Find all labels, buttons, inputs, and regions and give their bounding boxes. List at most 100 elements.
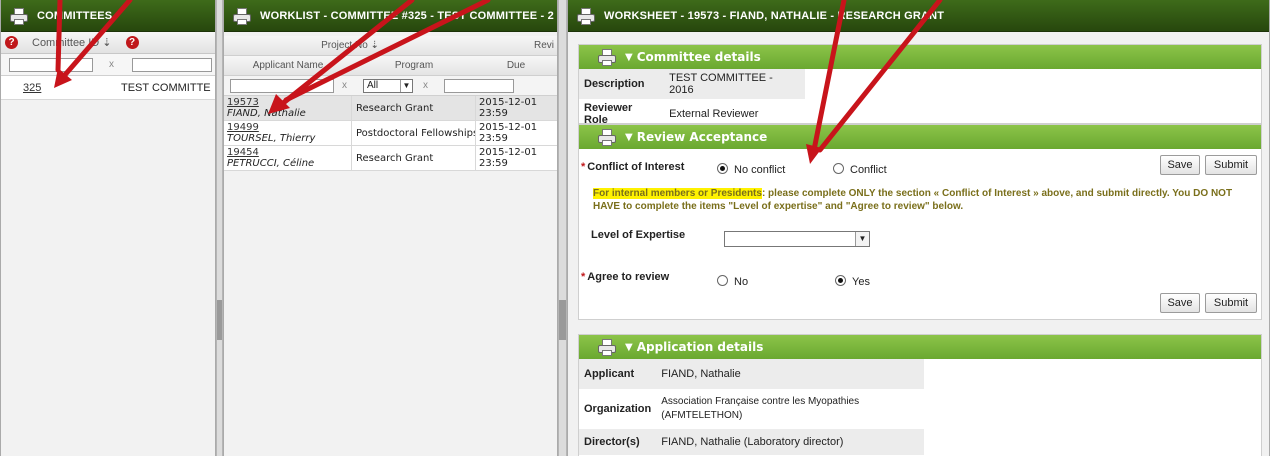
printer-icon[interactable] [576, 7, 596, 25]
worklist-row[interactable]: 19454 PETRUCCI, Céline Research Grant 201… [224, 146, 557, 171]
application-details-section: ▼ Application details Applicant FIAND, Na… [578, 334, 1262, 456]
committee-details-header[interactable]: ▼ Committee details [579, 45, 1261, 69]
due-date: 2015-12-01 [479, 122, 538, 133]
radio-selected-icon[interactable] [717, 163, 728, 174]
committee-details-table: Description TEST COMMITTEE - 2016 Reviewe… [579, 69, 805, 129]
conflict-label: Conflict [850, 164, 887, 176]
project-link[interactable]: 19573 [227, 97, 259, 108]
help-icon[interactable]: ? [5, 36, 18, 49]
application-details-table: Applicant FIAND, Nathalie Organization Ass… [579, 359, 924, 455]
clear-filter-icon[interactable]: x [109, 59, 114, 70]
chevron-down-icon[interactable]: ▼ [400, 79, 412, 92]
radio-unselected-icon[interactable] [717, 275, 728, 286]
project-link[interactable]: 19499 [227, 122, 259, 133]
worksheet-body: ▼ Committee details Description TEST COMM… [568, 32, 1269, 456]
agree-yes-radio[interactable]: Yes [835, 275, 870, 288]
committees-panel: COMMITTEES ? Committee ID ⇣ ? x 325 TEST… [0, 0, 216, 456]
collapse-triangle-icon[interactable]: ▼ [625, 132, 633, 143]
application-details-header[interactable]: ▼ Application details [579, 335, 1261, 359]
column-due[interactable]: Due [476, 60, 556, 71]
due-date: 2015-12-01 [479, 97, 538, 108]
column-review[interactable]: Revi [476, 40, 556, 51]
program-name: Postdoctoral Fellowships [352, 121, 476, 145]
due-time: 23:59 [479, 108, 508, 119]
required-star: * [581, 161, 586, 173]
organization-label: Organization [584, 403, 652, 415]
applicant-value: FIAND, Nathalie [661, 368, 741, 380]
conflict-of-interest-label: * Conflict of Interest [581, 161, 685, 173]
committee-id-link[interactable]: 325 [1, 82, 121, 94]
agree-yes-label: Yes [852, 276, 870, 288]
save-button-top[interactable]: Save [1160, 155, 1200, 175]
organization-line-2: (AFMTELETHON) [661, 410, 743, 421]
worklist-filter-row: x All ▼ x [224, 76, 557, 96]
worklist-row[interactable]: 19573 FIAND, Nathalie Research Grant 2015… [224, 96, 557, 121]
due-date: 2015-12-01 [479, 147, 538, 158]
committee-details-section: ▼ Committee details Description TEST COMM… [578, 44, 1262, 126]
committees-column-header: ? Committee ID ⇣ ? [1, 32, 215, 54]
applicant-name: PETRUCCI, Céline [227, 158, 315, 169]
radio-unselected-icon[interactable] [833, 163, 844, 174]
printer-icon[interactable] [9, 7, 29, 25]
column-program[interactable]: Program [352, 60, 476, 71]
worksheet-panel: WORKSHEET - 19573 - FIAND, NATHALIE - RE… [567, 0, 1270, 456]
project-link[interactable]: 19454 [227, 147, 259, 158]
applicant-filter-input[interactable] [230, 78, 334, 93]
submit-button-top[interactable]: Submit [1205, 155, 1257, 175]
organization-line-1: Association Française contre les Myopath… [661, 396, 860, 407]
chevron-down-icon[interactable]: ▼ [855, 232, 869, 246]
committee-name-filter-input[interactable] [132, 57, 212, 72]
splitter-left[interactable] [216, 0, 223, 456]
committees-title: COMMITTEES [37, 9, 113, 22]
review-acceptance-header[interactable]: ▼ Review Acceptance [579, 125, 1261, 149]
splitter-right[interactable] [558, 0, 567, 456]
help-icon[interactable]: ? [125, 36, 139, 49]
committees-header: COMMITTEES [1, 0, 215, 32]
column-committee-id[interactable]: Committee ID ⇣ [32, 36, 112, 49]
agree-to-review-label: * Agree to review [581, 271, 670, 283]
description-value: TEST COMMITTEE - 2016 [669, 72, 773, 96]
save-button-bottom[interactable]: Save [1160, 293, 1200, 313]
worklist-row[interactable]: 19499 TOURSEL, Thierry Postdoctoral Fello… [224, 121, 557, 146]
worksheet-header: WORKSHEET - 19573 - FIAND, NATHALIE - RE… [568, 0, 1269, 32]
level-of-expertise-select[interactable]: ▼ [724, 231, 870, 247]
agree-no-radio[interactable]: No [717, 275, 748, 288]
notice-highlight: For internal members or Presidents [593, 188, 762, 199]
committee-name: TEST COMMITTE [121, 81, 211, 94]
printer-icon[interactable] [597, 128, 617, 146]
conflict-radio[interactable]: Conflict [833, 163, 887, 176]
radio-selected-icon[interactable] [835, 275, 846, 286]
committee-details-title: Committee details [636, 50, 761, 64]
internal-members-notice: For internal members or Presidents: plea… [593, 187, 1253, 213]
review-acceptance-title: Review Acceptance [636, 130, 768, 144]
no-conflict-label: No conflict [734, 164, 786, 176]
worklist-column-header-1: Project No ⇣ Revi [224, 36, 557, 56]
column-applicant-name[interactable]: Applicant Name [224, 60, 352, 71]
directors-label: Director(s) [584, 436, 640, 448]
printer-icon[interactable] [232, 7, 252, 25]
due-filter-input[interactable] [444, 78, 514, 93]
applicant-name: FIAND, Nathalie [227, 108, 306, 119]
agree-no-label: No [734, 276, 749, 288]
committee-row[interactable]: 325 TEST COMMITTE [1, 76, 215, 100]
column-project-no[interactable]: Project No ⇣ [224, 40, 476, 51]
committee-id-filter-input[interactable] [9, 57, 93, 72]
printer-icon[interactable] [597, 338, 617, 356]
description-label: Description [584, 78, 645, 90]
printer-icon[interactable] [597, 48, 617, 66]
no-conflict-radio[interactable]: No conflict [717, 163, 785, 176]
worklist-header: WORKLIST - COMMITTEE #325 - TEST COMMITT… [224, 0, 557, 32]
program-name: Research Grant [352, 146, 476, 170]
collapse-triangle-icon[interactable]: ▼ [625, 342, 633, 353]
due-time: 23:59 [479, 133, 508, 144]
due-time: 23:59 [479, 158, 508, 169]
program-filter-select[interactable]: All ▼ [363, 78, 413, 93]
review-acceptance-section: ▼ Review Acceptance * Conflict of Interes… [578, 124, 1262, 320]
committees-filter-row: x [1, 54, 215, 76]
collapse-triangle-icon[interactable]: ▼ [625, 52, 633, 63]
submit-button-bottom[interactable]: Submit [1205, 293, 1257, 313]
program-filter-value: All [367, 79, 379, 91]
directors-value: FIAND, Nathalie (Laboratory director) [661, 436, 844, 448]
clear-filter-icon[interactable]: x [423, 80, 428, 91]
clear-filter-icon[interactable]: x [342, 80, 347, 91]
